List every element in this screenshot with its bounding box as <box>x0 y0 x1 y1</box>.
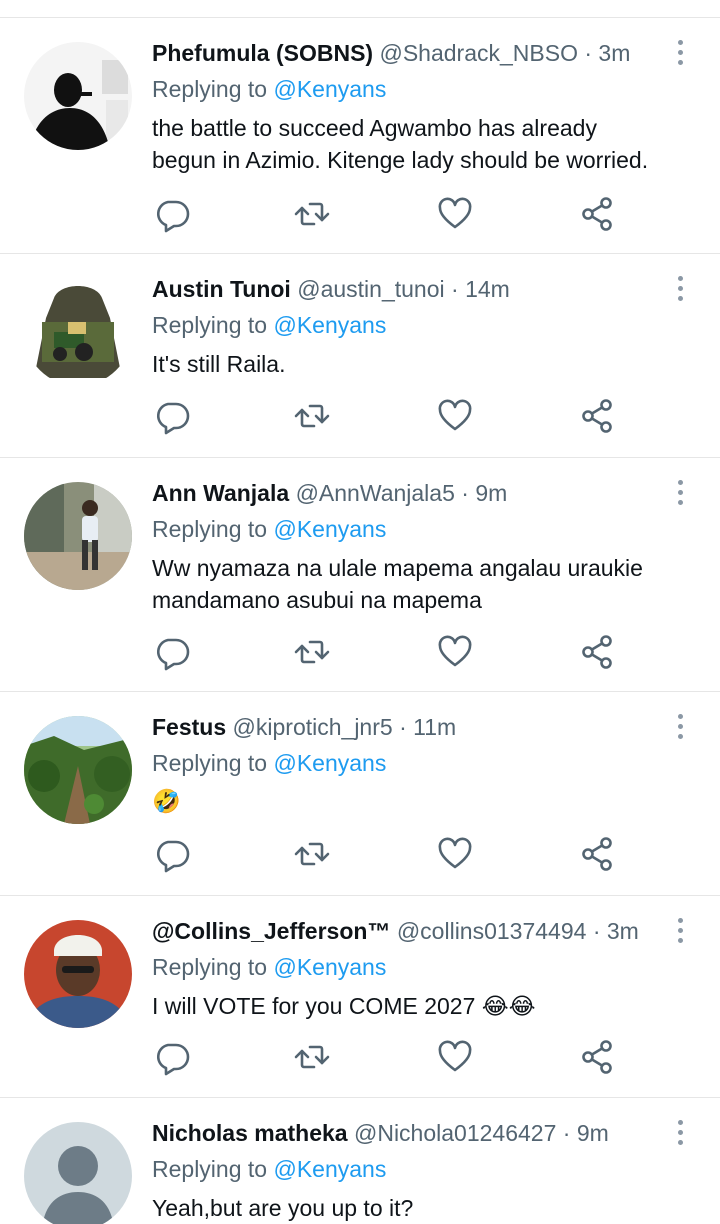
action-bar <box>152 396 632 436</box>
mention-link[interactable]: @Kenyans <box>273 516 386 542</box>
separator-dot: · <box>451 276 459 302</box>
replying-to: Replying to @Kenyans <box>152 74 386 104</box>
replying-to: Replying to @Kenyans <box>152 748 386 778</box>
user-handle[interactable]: @AnnWanjala5 <box>296 480 455 506</box>
replying-label: Replying to <box>152 516 274 542</box>
mention-link[interactable]: @Kenyans <box>273 750 386 776</box>
avatar[interactable] <box>24 278 132 386</box>
timestamp[interactable]: 9m <box>577 1120 609 1146</box>
action-bar <box>152 1037 632 1077</box>
tweet-header: Phefumula (SOBNS) @Shadrack_NBSO · 3m <box>152 38 662 68</box>
tweet-text: I will VOTE for you COME 2027 😂😂 <box>152 993 536 1019</box>
tweet-text: Ww nyamaza na ulale mapema angalau urauk… <box>152 555 643 613</box>
tweet-text: 🤣 <box>152 789 181 815</box>
display-name[interactable]: @Collins_Jefferson™ <box>152 918 390 944</box>
mention-link[interactable]: @Kenyans <box>273 954 386 980</box>
separator-dot: · <box>592 918 601 944</box>
tweet-text: Yeah,but are you up to it? <box>152 1195 414 1221</box>
share-icon[interactable] <box>577 396 617 436</box>
reply-feed: Phefumula (SOBNS) @Shadrack_NBSO · 3m Re… <box>0 0 720 1224</box>
mention-link[interactable]: @Kenyans <box>273 1156 386 1182</box>
tweet[interactable]: Austin Tunoi @austin_tunoi · 14m Replyin… <box>0 254 720 458</box>
reply-icon[interactable] <box>152 632 192 672</box>
share-icon[interactable] <box>577 632 617 672</box>
reply-icon[interactable] <box>152 194 192 234</box>
user-handle[interactable]: @austin_tunoi <box>297 276 444 302</box>
action-bar <box>152 194 632 234</box>
replying-to: Replying to @Kenyans <box>152 310 386 340</box>
like-icon[interactable] <box>435 834 475 874</box>
more-options-icon[interactable] <box>668 36 692 68</box>
replying-label: Replying to <box>152 312 274 338</box>
tweet[interactable]: Nicholas matheka @Nichola01246427 · 9m R… <box>0 1098 720 1224</box>
replying-to: Replying to @Kenyans <box>152 1154 386 1184</box>
user-handle[interactable]: @kiprotich_jnr5 <box>233 714 393 740</box>
retweet-icon[interactable] <box>292 1037 332 1077</box>
more-options-icon[interactable] <box>668 1116 692 1148</box>
user-handle[interactable]: @collins01374494 <box>397 918 587 944</box>
tweet-header: Ann Wanjala @AnnWanjala5 · 9m <box>152 478 662 508</box>
user-handle[interactable]: @Nichola01246427 <box>354 1120 556 1146</box>
like-icon[interactable] <box>435 632 475 672</box>
share-icon[interactable] <box>577 1037 617 1077</box>
tweet-text: It's still Raila. <box>152 351 286 377</box>
display-name[interactable]: Ann Wanjala <box>152 480 289 506</box>
display-name[interactable]: Austin Tunoi <box>152 276 291 302</box>
timestamp[interactable]: 11m <box>413 714 456 740</box>
tweet-header: @Collins_Jefferson™ @collins01374494 · 3… <box>152 916 662 946</box>
avatar[interactable] <box>24 716 132 824</box>
like-icon[interactable] <box>435 1037 475 1077</box>
tweet-text: the battle to succeed Agwambo has alread… <box>152 115 649 173</box>
more-options-icon[interactable] <box>668 914 692 946</box>
replying-label: Replying to <box>152 1156 274 1182</box>
avatar[interactable] <box>24 482 132 590</box>
more-options-icon[interactable] <box>668 710 692 742</box>
retweet-icon[interactable] <box>292 632 332 672</box>
avatar[interactable] <box>24 42 132 150</box>
reply-icon[interactable] <box>152 396 192 436</box>
mention-link[interactable]: @Kenyans <box>273 76 386 102</box>
timestamp[interactable]: 3m <box>598 40 630 66</box>
user-handle[interactable]: @Shadrack_NBSO <box>379 40 578 66</box>
replying-to: Replying to @Kenyans <box>152 514 386 544</box>
action-bar <box>152 632 632 672</box>
tweet-header: Festus @kiprotich_jnr5 · 11m <box>152 712 662 742</box>
retweet-icon[interactable] <box>292 194 332 234</box>
display-name[interactable]: Phefumula (SOBNS) <box>152 40 373 66</box>
display-name[interactable]: Festus <box>152 714 226 740</box>
share-icon[interactable] <box>577 834 617 874</box>
display-name[interactable]: Nicholas matheka <box>152 1120 348 1146</box>
avatar[interactable] <box>24 920 132 1028</box>
timestamp[interactable]: 3m <box>607 918 639 944</box>
more-options-icon[interactable] <box>668 272 692 304</box>
share-icon[interactable] <box>577 194 617 234</box>
action-bar <box>152 834 632 874</box>
like-icon[interactable] <box>435 194 475 234</box>
tweet[interactable]: Ann Wanjala @AnnWanjala5 · 9m Replying t… <box>0 458 720 692</box>
separator-dot: · <box>562 1120 571 1146</box>
like-icon[interactable] <box>435 396 475 436</box>
replying-label: Replying to <box>152 76 274 102</box>
tweet[interactable]: Phefumula (SOBNS) @Shadrack_NBSO · 3m Re… <box>0 18 720 254</box>
separator-dot: · <box>399 714 407 740</box>
tweet-header: Nicholas matheka @Nichola01246427 · 9m <box>152 1118 662 1148</box>
replying-label: Replying to <box>152 750 274 776</box>
avatar[interactable] <box>24 1122 132 1224</box>
reply-icon[interactable] <box>152 1037 192 1077</box>
tweet[interactable]: @Collins_Jefferson™ @collins01374494 · 3… <box>0 896 720 1098</box>
replying-to: Replying to @Kenyans <box>152 952 386 982</box>
reply-icon[interactable] <box>152 834 192 874</box>
timestamp[interactable]: 9m <box>475 480 507 506</box>
retweet-icon[interactable] <box>292 834 332 874</box>
timestamp[interactable]: 14m <box>465 276 510 302</box>
separator-dot: · <box>584 40 593 66</box>
tweet[interactable]: Festus @kiprotich_jnr5 · 11m Replying to… <box>0 692 720 896</box>
more-options-icon[interactable] <box>668 476 692 508</box>
replying-label: Replying to <box>152 954 274 980</box>
tweet-header: Austin Tunoi @austin_tunoi · 14m <box>152 274 662 304</box>
retweet-icon[interactable] <box>292 396 332 436</box>
separator-dot: · <box>461 480 469 506</box>
mention-link[interactable]: @Kenyans <box>273 312 386 338</box>
